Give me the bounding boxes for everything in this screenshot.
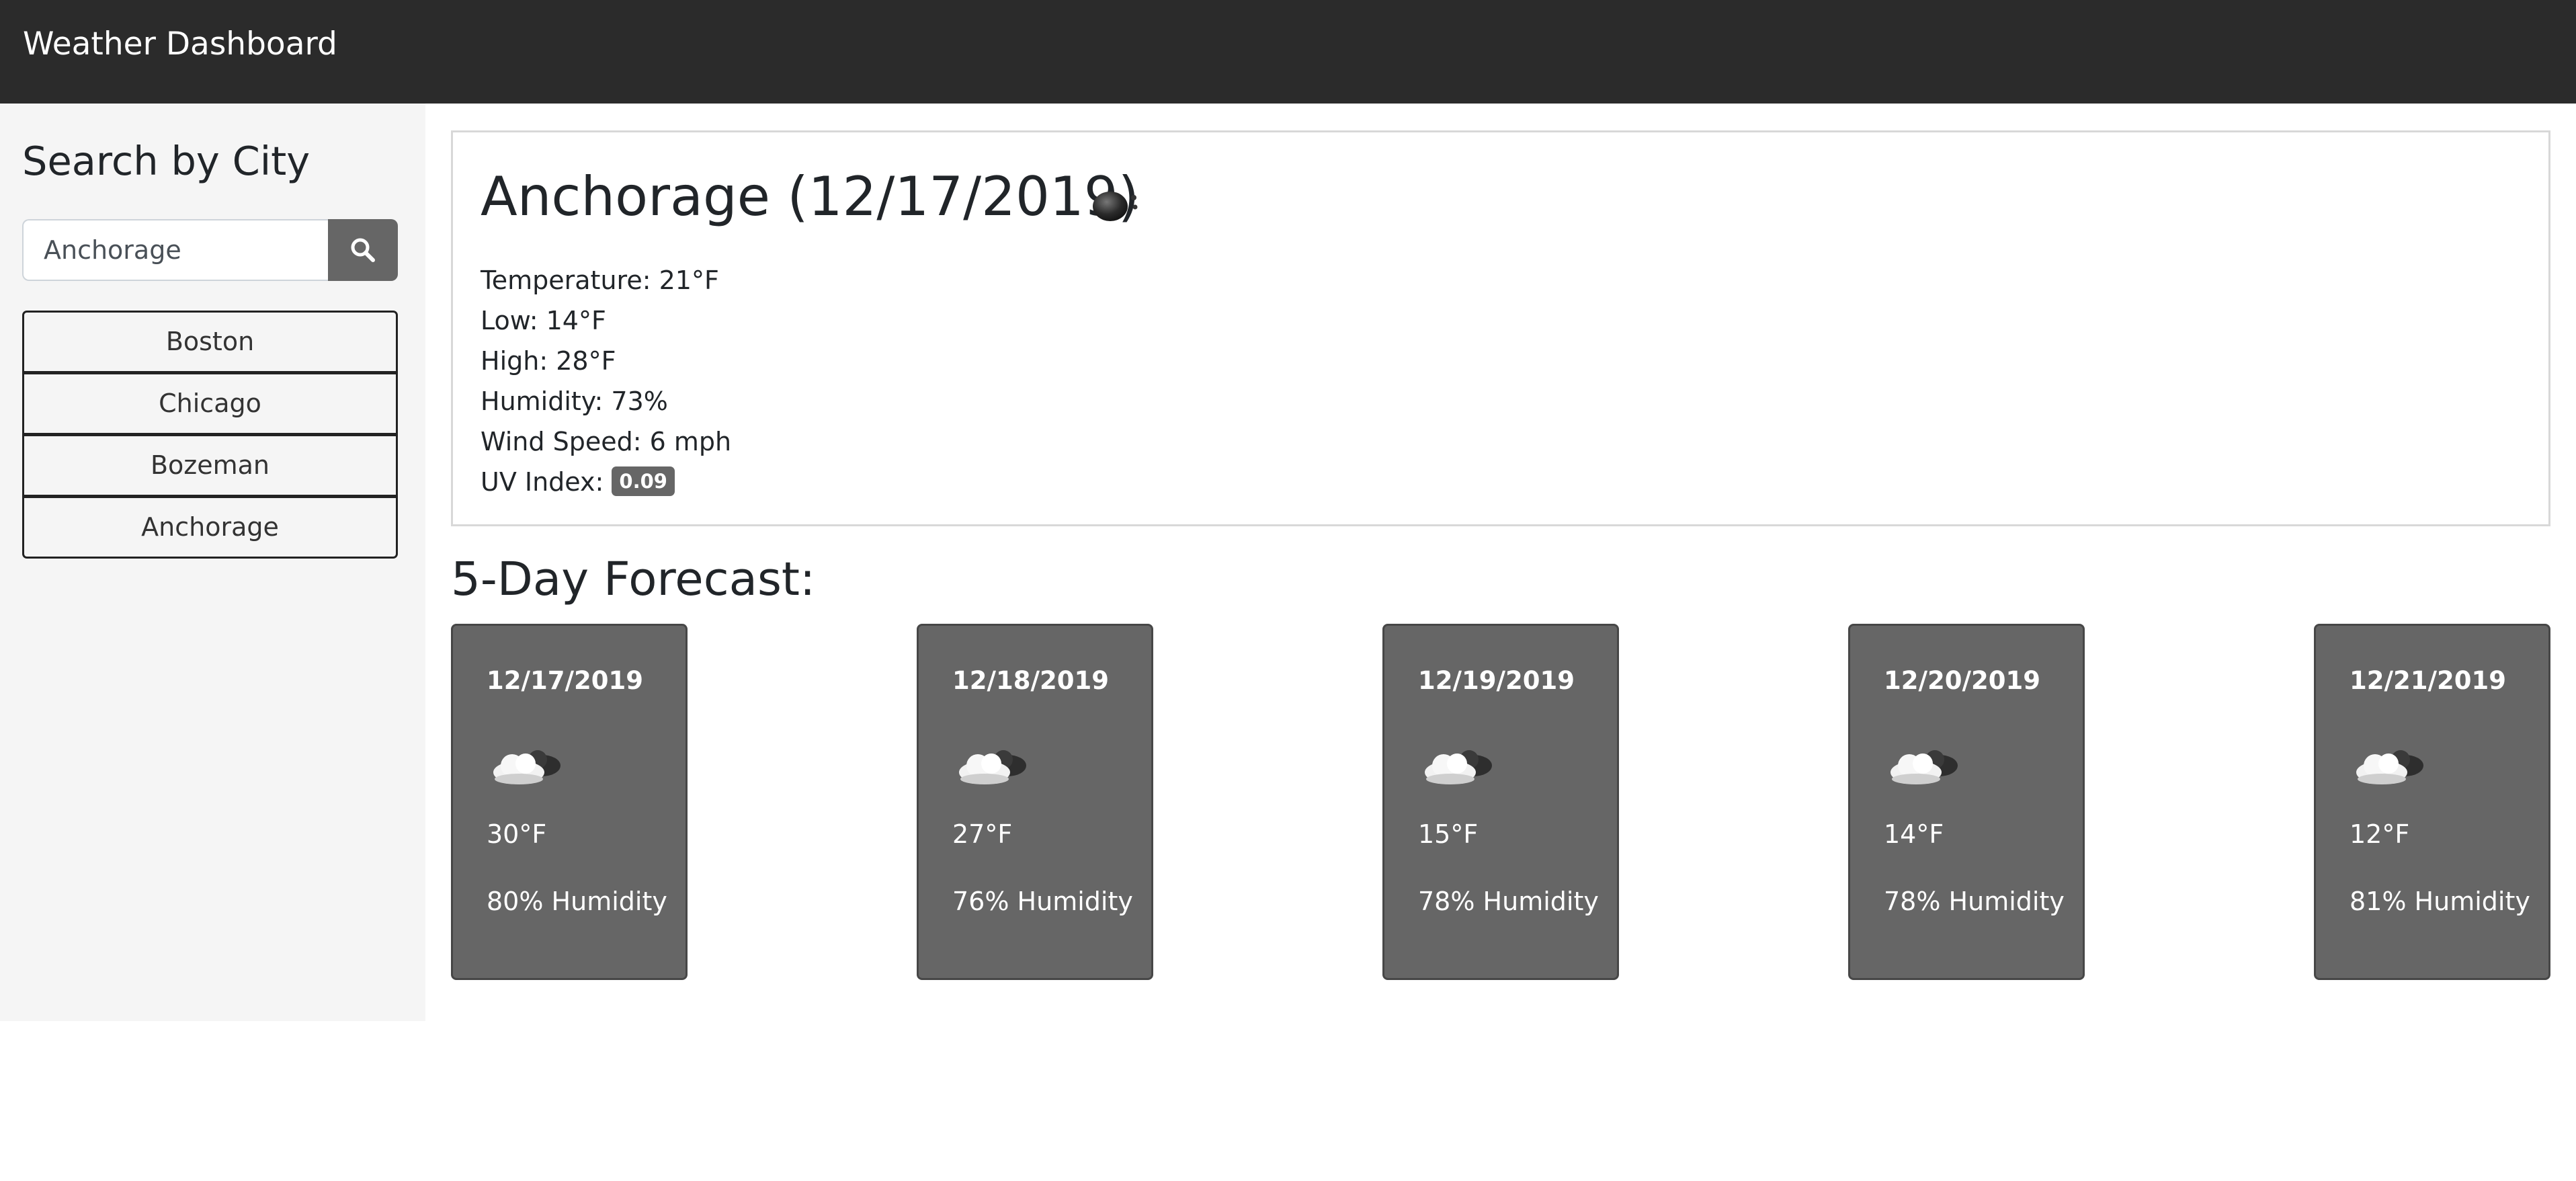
forecast-humidity: 76% Humidity bbox=[952, 887, 1133, 916]
dark-moon-icon bbox=[1093, 192, 1138, 221]
forecast-humidity: 78% Humidity bbox=[1418, 887, 1599, 916]
current-temperature: Temperature: 21°F bbox=[481, 266, 719, 295]
forecast-heading: 5-Day Forecast: bbox=[451, 553, 816, 606]
forecast-card: 12/19/2019 15°F 78% Humidity bbox=[1382, 624, 1619, 980]
cloudy-icon bbox=[1891, 750, 1958, 784]
current-low: Low: 14°F bbox=[481, 306, 606, 335]
forecast-date: 12/18/2019 bbox=[952, 666, 1109, 695]
forecast-temperature: 27°F bbox=[952, 819, 1013, 849]
history-item-anchorage[interactable]: Anchorage bbox=[22, 496, 398, 559]
forecast-date: 12/20/2019 bbox=[1884, 666, 2040, 695]
search-group bbox=[22, 219, 398, 281]
uv-index-badge: 0.09 bbox=[612, 466, 675, 496]
uv-index-label: UV Index: bbox=[481, 467, 604, 497]
cloudy-icon bbox=[959, 750, 1026, 784]
cloudy-icon bbox=[493, 750, 560, 784]
forecast-humidity: 78% Humidity bbox=[1884, 887, 2065, 916]
forecast-date: 12/17/2019 bbox=[487, 666, 643, 695]
current-high: High: 28°F bbox=[481, 346, 616, 376]
forecast-date: 12/21/2019 bbox=[2350, 666, 2506, 695]
history-item-boston[interactable]: Boston bbox=[22, 311, 398, 373]
forecast-card: 12/20/2019 14°F 78% Humidity bbox=[1848, 624, 2085, 980]
search-heading: Search by City bbox=[22, 138, 310, 184]
forecast-temperature: 12°F bbox=[2350, 819, 2410, 849]
current-city-title: Anchorage (12/17/2019) bbox=[481, 165, 1139, 228]
city-search-input[interactable] bbox=[22, 219, 328, 281]
forecast-temperature: 14°F bbox=[1884, 819, 1944, 849]
current-humidity: Humidity: 73% bbox=[481, 386, 668, 416]
forecast-card: 12/21/2019 12°F 81% Humidity bbox=[2314, 624, 2550, 980]
cloudy-icon bbox=[2356, 750, 2423, 784]
sidebar: Search by City Boston Chicago Bozeman An… bbox=[0, 104, 425, 1021]
history-item-bozeman[interactable]: Bozeman bbox=[22, 434, 398, 497]
forecast-humidity: 80% Humidity bbox=[487, 887, 667, 916]
app-title: Weather Dashboard bbox=[23, 26, 337, 63]
navbar: Weather Dashboard bbox=[0, 0, 2576, 104]
search-button[interactable] bbox=[328, 219, 398, 281]
current-weather-card: Anchorage (12/17/2019) Temperature: 21°F… bbox=[451, 130, 2550, 526]
search-history-list: Boston Chicago Bozeman Anchorage bbox=[22, 311, 398, 559]
forecast-date: 12/19/2019 bbox=[1418, 666, 1575, 695]
forecast-temperature: 30°F bbox=[487, 819, 547, 849]
current-uv-index: UV Index: 0.09 bbox=[481, 466, 675, 498]
forecast-humidity: 81% Humidity bbox=[2350, 887, 2530, 916]
forecast-card: 12/18/2019 27°F 76% Humidity bbox=[917, 624, 1153, 980]
search-icon bbox=[351, 238, 375, 262]
cloudy-icon bbox=[1425, 750, 1492, 784]
history-item-chicago[interactable]: Chicago bbox=[22, 372, 398, 435]
forecast-temperature: 15°F bbox=[1418, 819, 1479, 849]
current-wind-speed: Wind Speed: 6 mph bbox=[481, 427, 732, 456]
forecast-card: 12/17/2019 30°F 80% Humidity bbox=[451, 624, 688, 980]
